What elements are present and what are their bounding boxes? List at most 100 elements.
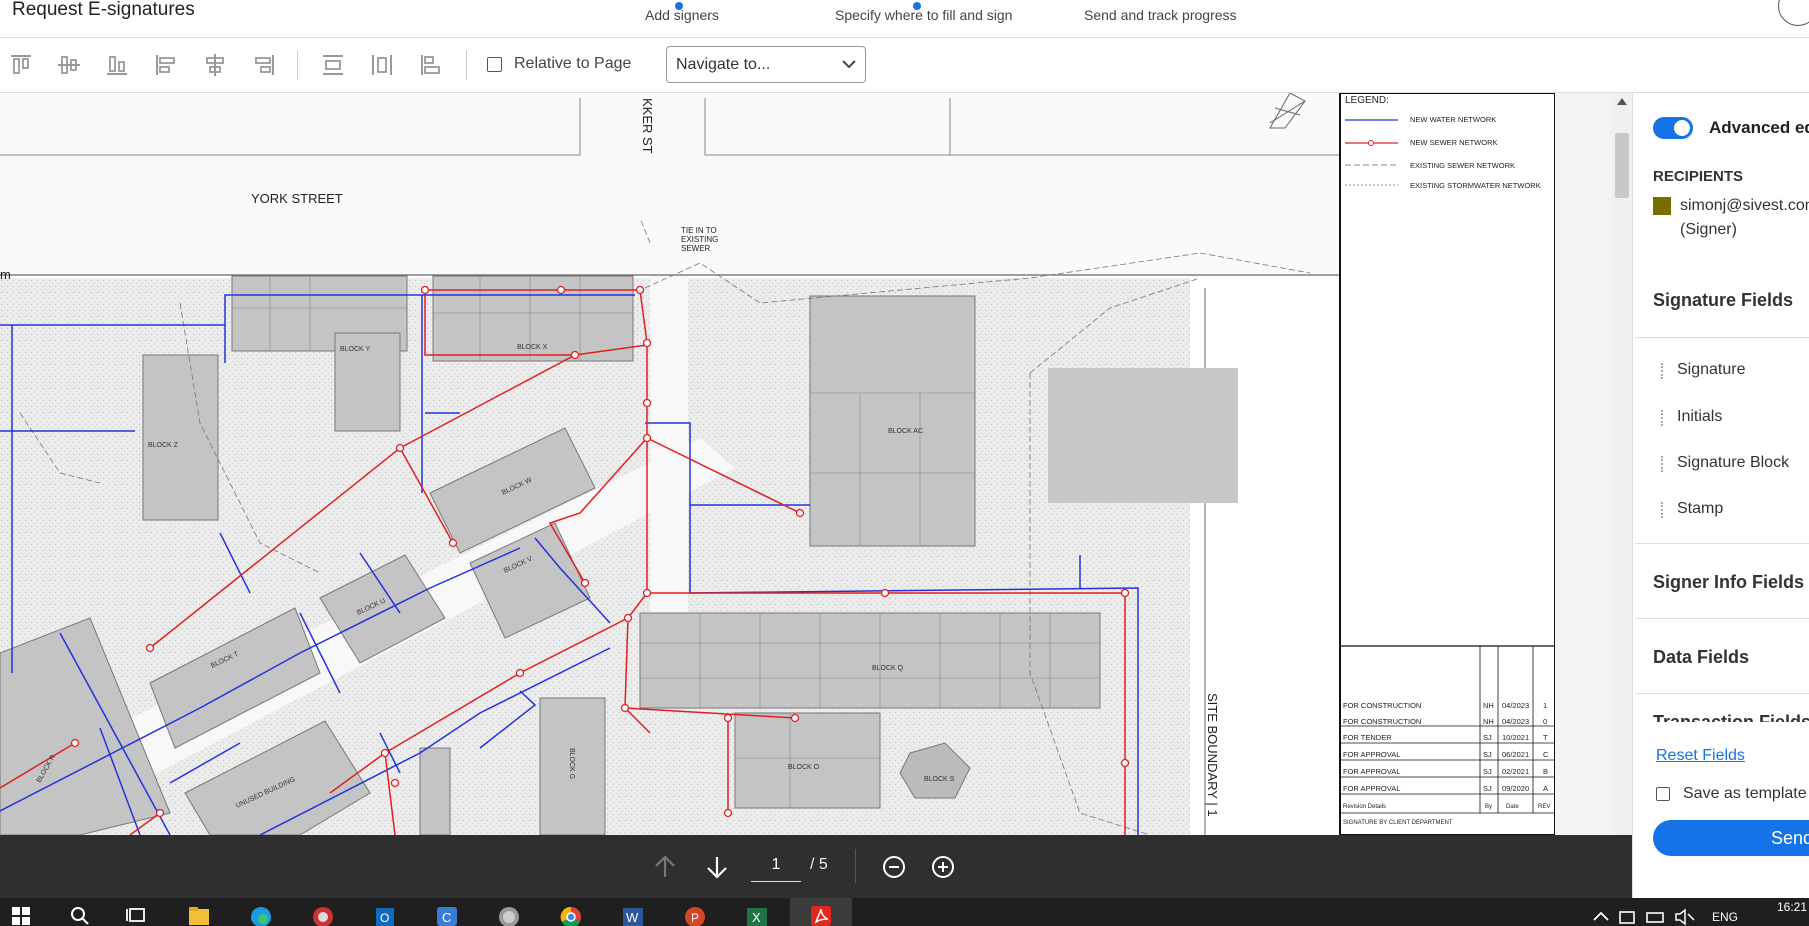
next-page-icon[interactable]	[703, 853, 731, 881]
chrome-icon[interactable]	[558, 902, 584, 926]
page-number-input[interactable]	[751, 848, 801, 882]
citrix-icon[interactable]: C	[434, 902, 460, 926]
acrobat-icon[interactable]	[808, 902, 834, 926]
scroll-up-icon[interactable]	[1617, 98, 1627, 105]
signer-info-fields-heading[interactable]: Signer Info Fields	[1653, 572, 1804, 593]
task-view-icon[interactable]	[124, 902, 150, 926]
relative-to-page-checkbox[interactable]	[487, 57, 502, 72]
step-add-signers[interactable]: Add signers	[645, 2, 719, 23]
revision-date: 04/2023	[1502, 701, 1529, 710]
drag-handle-icon	[1661, 502, 1664, 518]
recipient-email[interactable]: simonj@sivest.com	[1680, 197, 1809, 215]
distribute-horizontal-icon[interactable]	[320, 52, 346, 78]
relative-to-page-label: Relative to Page	[514, 55, 632, 72]
scroll-thumb[interactable]	[1615, 133, 1629, 198]
drag-handle-icon	[1661, 410, 1664, 426]
revision-rev: 0	[1543, 717, 1547, 726]
globe-icon[interactable]	[496, 902, 522, 926]
send-button[interactable]: Send	[1653, 820, 1809, 856]
block-label: BLOCK G	[568, 748, 575, 779]
volume-muted-icon[interactable]	[1672, 902, 1698, 926]
fields-panel: Advanced edi RECIPIENTS simonj@sivest.co…	[1632, 93, 1809, 898]
site-plan-drawing: YORK STREET KKER ST SITE BOUNDARY | 1 TI…	[0, 93, 1555, 835]
edge-icon[interactable]	[248, 902, 274, 926]
navigate-dropdown[interactable]: Navigate to...	[666, 46, 866, 83]
tray-chevron-icon[interactable]	[1588, 902, 1614, 926]
search-icon[interactable]	[66, 902, 92, 926]
revision-rev: A	[1543, 784, 1548, 793]
revision-header-by: By	[1485, 804, 1492, 810]
field-label: Signature	[1677, 361, 1746, 378]
align-bottom-icon[interactable]	[104, 52, 130, 78]
file-explorer-icon[interactable]	[186, 902, 212, 926]
document-scrollbar[interactable]	[1612, 93, 1632, 835]
page-total: / 5	[810, 856, 828, 873]
tie-in-label: SEWER	[681, 244, 711, 253]
block-label: BLOCK O	[788, 764, 820, 771]
block-label: BLOCK X	[517, 344, 548, 351]
reset-fields-link[interactable]: Reset Fields	[1656, 747, 1745, 765]
revision-by: NH	[1483, 717, 1494, 726]
align-left-icon[interactable]	[153, 52, 179, 78]
advanced-editing-label: Advanced edi	[1709, 118, 1809, 137]
zoom-out-icon[interactable]	[880, 853, 908, 881]
step-label: Specify where to fill and sign	[835, 7, 1013, 23]
document-viewport[interactable]: YORK STREET KKER ST SITE BOUNDARY | 1 TI…	[0, 93, 1632, 835]
revision-by: SJ	[1483, 767, 1492, 776]
legend-label: NEW SEWER NETWORK	[1410, 138, 1498, 147]
network-icon[interactable]	[1615, 902, 1641, 926]
zoom-in-icon[interactable]	[929, 853, 957, 881]
app-icon[interactable]	[310, 902, 336, 926]
block-label: BLOCK AC	[888, 428, 923, 435]
street-area	[0, 93, 1340, 276]
revision-desc: FOR APPROVAL	[1343, 767, 1400, 776]
align-right-icon[interactable]	[251, 52, 277, 78]
outlook-icon[interactable]: O	[372, 902, 398, 926]
document-page: YORK STREET KKER ST SITE BOUNDARY | 1 TI…	[0, 93, 1555, 835]
advanced-editing-toggle[interactable]	[1653, 117, 1693, 139]
windows-start-icon[interactable]	[8, 902, 34, 926]
revision-rev: B	[1543, 767, 1548, 776]
step-dot	[675, 2, 683, 10]
step-specify-fields[interactable]: Specify where to fill and sign	[835, 2, 1013, 23]
previous-page-icon[interactable]	[651, 853, 679, 881]
block-z-shape	[142, 354, 219, 521]
distribute-vertical-icon[interactable]	[369, 52, 395, 78]
revision-desc: FOR TENDER	[1343, 733, 1392, 742]
align-middle-icon[interactable]	[56, 52, 82, 78]
transaction-fields-heading[interactable]: Transaction Fields	[1653, 712, 1809, 722]
york-street-label: YORK STREET	[251, 191, 343, 206]
legend-label: NEW WATER NETWORK	[1410, 115, 1496, 124]
revision-header-date: Date	[1506, 804, 1519, 810]
signature-fields-heading[interactable]: Signature Fields	[1653, 290, 1793, 311]
block-label: BLOCK Q	[872, 665, 904, 672]
data-fields-heading[interactable]: Data Fields	[1653, 647, 1749, 668]
tie-in-label: TIE IN TO	[681, 226, 717, 235]
align-center-icon[interactable]	[202, 52, 228, 78]
avatar[interactable]	[1778, 0, 1809, 26]
powerpoint-icon[interactable]: P	[682, 902, 708, 926]
field-label: Initials	[1677, 408, 1723, 425]
align-top-icon[interactable]	[8, 52, 34, 78]
revision-desc: FOR APPROVAL	[1343, 784, 1400, 793]
excel-icon[interactable]: X	[744, 902, 770, 926]
language-indicator[interactable]: ENG	[1712, 910, 1738, 924]
signature-caption: SIGNATURE BY CLIENT DEPARTMENT	[1343, 820, 1453, 826]
small-block	[419, 747, 451, 835]
toolbar-divider	[297, 50, 298, 80]
block-label: BLOCK S	[924, 776, 955, 783]
legend-swatch-sewer-node	[1368, 140, 1374, 146]
word-icon[interactable]: W	[620, 902, 646, 926]
transaction-fields-clip: Transaction Fields	[1633, 712, 1809, 722]
save-as-template-checkbox[interactable]	[1656, 787, 1670, 801]
header-bar: Request E-signatures Add signers Specify…	[0, 0, 1809, 38]
block-o-shape	[734, 712, 881, 809]
match-size-icon[interactable]	[418, 52, 444, 78]
clock-time[interactable]: 16:21	[1777, 900, 1807, 914]
battery-icon[interactable]	[1643, 902, 1669, 926]
chevron-down-icon	[842, 60, 856, 69]
panel-divider	[1635, 618, 1809, 619]
revision-desc: FOR APPROVAL	[1343, 750, 1400, 759]
step-send-track[interactable]: Send and track progress	[1084, 7, 1237, 23]
panel-divider	[1635, 543, 1809, 544]
